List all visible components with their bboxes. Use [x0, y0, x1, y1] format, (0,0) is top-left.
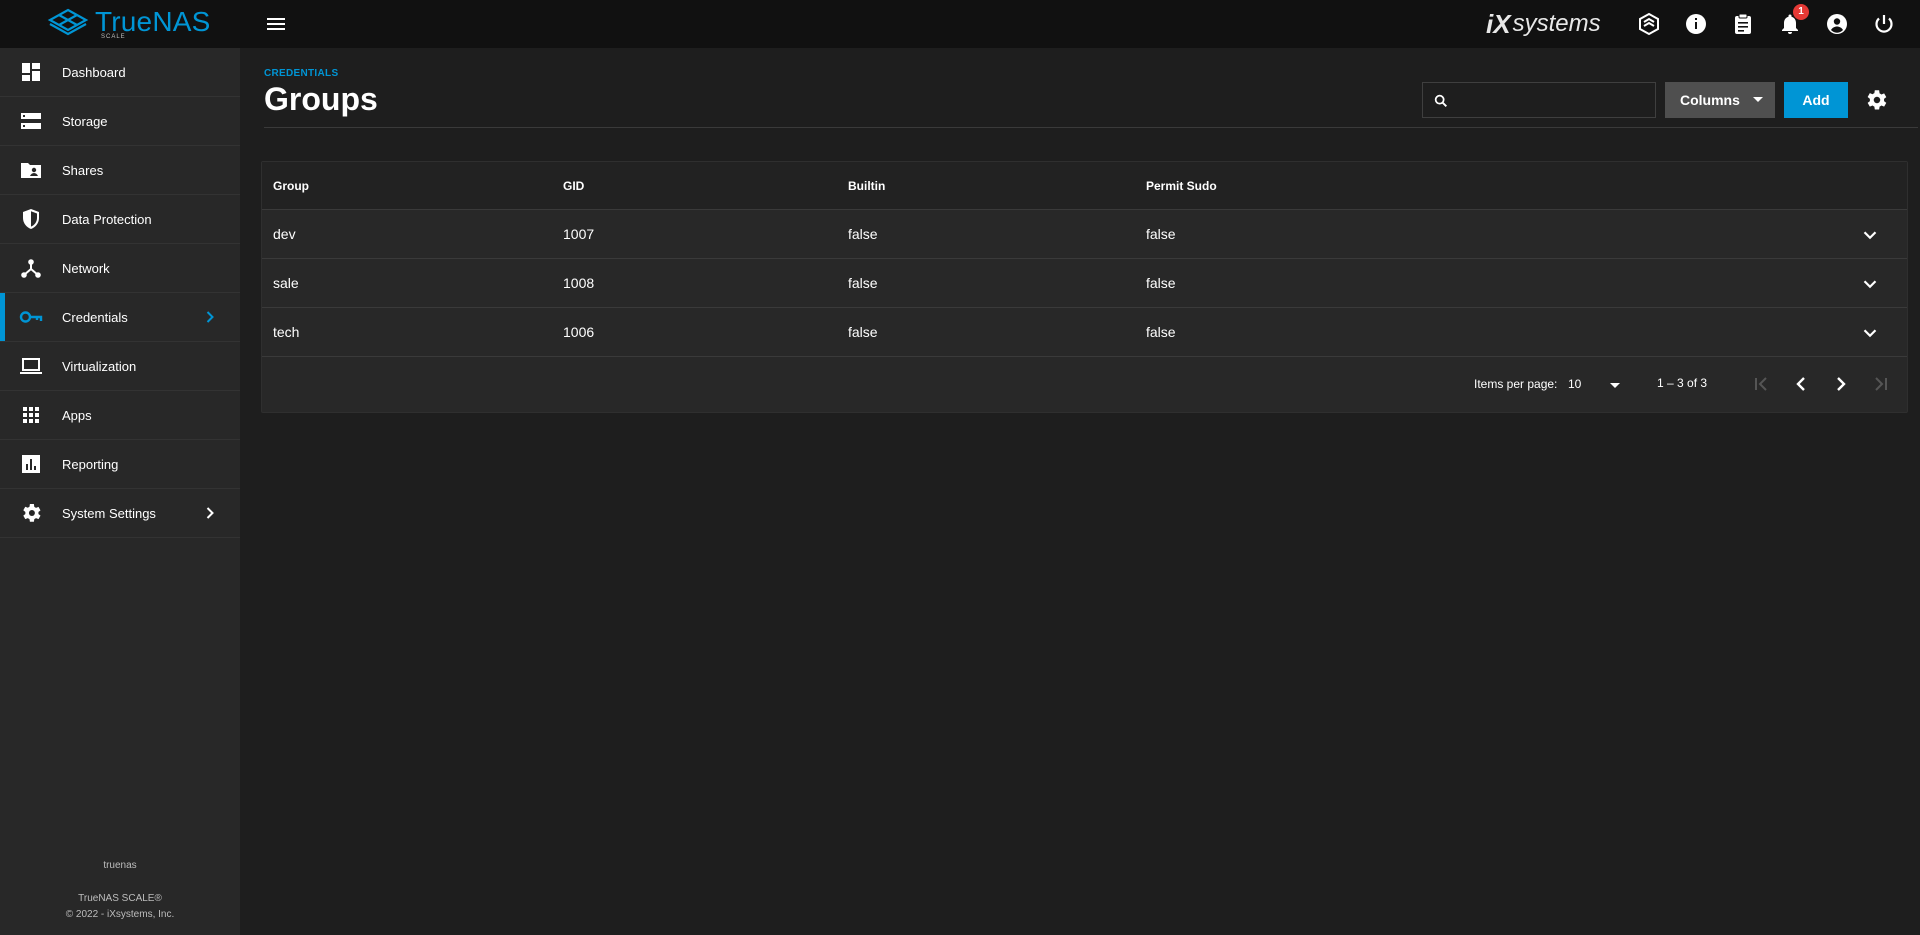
- sidebar-footer: truenas TrueNAS SCALE® © 2022 - iXsystem…: [0, 860, 240, 923]
- network-icon: [21, 259, 41, 278]
- gear-icon[interactable]: [1863, 87, 1889, 113]
- cell-group: dev: [273, 226, 296, 242]
- info-icon[interactable]: [1684, 12, 1708, 36]
- brand-edition: SCALE: [101, 34, 126, 40]
- cell-builtin: false: [848, 324, 878, 340]
- sidebar-item-shares[interactable]: Shares: [0, 146, 240, 195]
- sidebar-item-label: Dashboard: [62, 64, 126, 80]
- cell-gid: 1007: [563, 226, 595, 242]
- sidebar-item-label: Network: [62, 260, 110, 276]
- gear-icon: [23, 504, 41, 522]
- next-page-icon[interactable]: [1829, 372, 1853, 396]
- dashboard-icon: [22, 63, 40, 81]
- sidebar-item-virtualization[interactable]: Virtualization: [0, 342, 240, 391]
- sidebar-item-reporting[interactable]: Reporting: [0, 440, 240, 489]
- columns-button[interactable]: Columns: [1665, 82, 1775, 118]
- sidebar-item-label: Storage: [62, 113, 108, 129]
- apps-grid-icon: [23, 407, 39, 423]
- cell-group: sale: [273, 275, 299, 291]
- chevron-right-icon: [206, 507, 214, 519]
- storage-icon: [21, 113, 41, 129]
- chevron-right-icon: [206, 311, 214, 323]
- main-content: CREDENTIALS Groups Columns Add Group GID…: [240, 48, 1920, 935]
- sidebar-item-data-protection[interactable]: Data Protection: [0, 195, 240, 244]
- sidebar: Dashboard Storage Shares Data Protection…: [0, 48, 240, 935]
- cell-gid: 1008: [563, 275, 595, 291]
- breadcrumb[interactable]: CREDENTIALS: [264, 68, 338, 79]
- sidebar-item-label: Data Protection: [62, 211, 152, 227]
- sidebar-item-credentials[interactable]: Credentials: [0, 293, 240, 342]
- previous-page-icon[interactable]: [1789, 372, 1813, 396]
- truecommand-icon[interactable]: [1637, 12, 1661, 36]
- sidebar-item-dashboard[interactable]: Dashboard: [0, 48, 240, 97]
- ixsystems-mark: iX: [1486, 8, 1511, 39]
- groups-table: Group GID Builtin Permit Sudo dev 1007 f…: [261, 161, 1908, 413]
- column-header-gid[interactable]: GID: [563, 179, 584, 193]
- page-title: Groups: [264, 81, 378, 117]
- jobs-icon[interactable]: [1731, 12, 1755, 36]
- cell-permit-sudo: false: [1146, 275, 1176, 291]
- header-divider: [264, 127, 1918, 128]
- truenas-logo-icon: [47, 8, 89, 36]
- items-per-page-value: 10: [1568, 377, 1582, 391]
- account-icon[interactable]: [1825, 12, 1849, 36]
- menu-icon[interactable]: [264, 12, 288, 36]
- table-row[interactable]: dev 1007 false false: [262, 210, 1907, 259]
- top-bar: TrueNAS SCALE iX systems 1: [0, 0, 1920, 48]
- product-version: TrueNAS SCALE®: [78, 893, 162, 904]
- sidebar-item-network[interactable]: Network: [0, 244, 240, 293]
- cell-permit-sudo: false: [1146, 324, 1176, 340]
- key-icon: [19, 311, 43, 323]
- cell-group: tech: [273, 324, 300, 340]
- laptop-icon: [20, 358, 42, 374]
- table-row[interactable]: sale 1008 false false: [262, 259, 1907, 308]
- chevron-down-icon[interactable]: [1859, 322, 1881, 344]
- column-header-group[interactable]: Group: [273, 179, 309, 193]
- last-page-icon[interactable]: [1869, 372, 1893, 396]
- sidebar-item-apps[interactable]: Apps: [0, 391, 240, 440]
- search-icon: [1434, 94, 1447, 107]
- truenas-logo[interactable]: TrueNAS SCALE: [47, 6, 211, 40]
- cell-gid: 1006: [563, 324, 595, 340]
- shield-icon: [23, 209, 39, 229]
- table-row[interactable]: tech 1006 false false: [262, 308, 1907, 357]
- search-input[interactable]: [1455, 83, 1651, 117]
- search-box[interactable]: [1422, 82, 1656, 118]
- first-page-icon[interactable]: [1749, 372, 1773, 396]
- ixsystems-wordmark: systems: [1512, 10, 1601, 37]
- cell-builtin: false: [848, 275, 878, 291]
- items-per-page-label: Items per page:: [1474, 377, 1558, 391]
- power-icon[interactable]: [1872, 12, 1896, 36]
- cell-permit-sudo: false: [1146, 226, 1176, 242]
- column-header-builtin[interactable]: Builtin: [848, 179, 885, 193]
- brand-name: TrueNAS: [95, 6, 211, 37]
- chevron-down-icon[interactable]: [1859, 273, 1881, 295]
- columns-label: Columns: [1680, 92, 1740, 108]
- caret-down-icon: [1753, 97, 1763, 102]
- cell-builtin: false: [848, 226, 878, 242]
- paginator: Items per page: 10 1 – 3 of 3: [262, 358, 1907, 414]
- add-button[interactable]: Add: [1784, 82, 1848, 118]
- caret-down-icon: [1610, 383, 1620, 388]
- items-per-page-select[interactable]: 10: [1568, 370, 1626, 400]
- sidebar-item-label: Virtualization: [62, 358, 137, 374]
- sidebar-item-label: Shares: [62, 162, 104, 178]
- copyright[interactable]: © 2022 - iXsystems, Inc.: [0, 907, 240, 923]
- sidebar-item-label: Apps: [62, 407, 92, 423]
- ixsystems-logo[interactable]: iX systems: [1486, 9, 1601, 39]
- chart-icon: [22, 455, 40, 473]
- notification-count-badge: 1: [1793, 4, 1809, 20]
- hostname: truenas: [103, 860, 137, 871]
- column-header-permit-sudo[interactable]: Permit Sudo: [1146, 179, 1217, 193]
- chevron-down-icon[interactable]: [1859, 224, 1881, 246]
- sidebar-item-storage[interactable]: Storage: [0, 97, 240, 146]
- sidebar-item-label: Credentials: [62, 309, 128, 325]
- table-header: Group GID Builtin Permit Sudo: [262, 162, 1907, 210]
- sidebar-item-label: System Settings: [62, 505, 156, 521]
- page-range: 1 – 3 of 3: [1657, 376, 1708, 390]
- sidebar-item-label: Reporting: [62, 456, 119, 472]
- shares-icon: [21, 163, 41, 178]
- sidebar-item-system-settings[interactable]: System Settings: [0, 489, 240, 538]
